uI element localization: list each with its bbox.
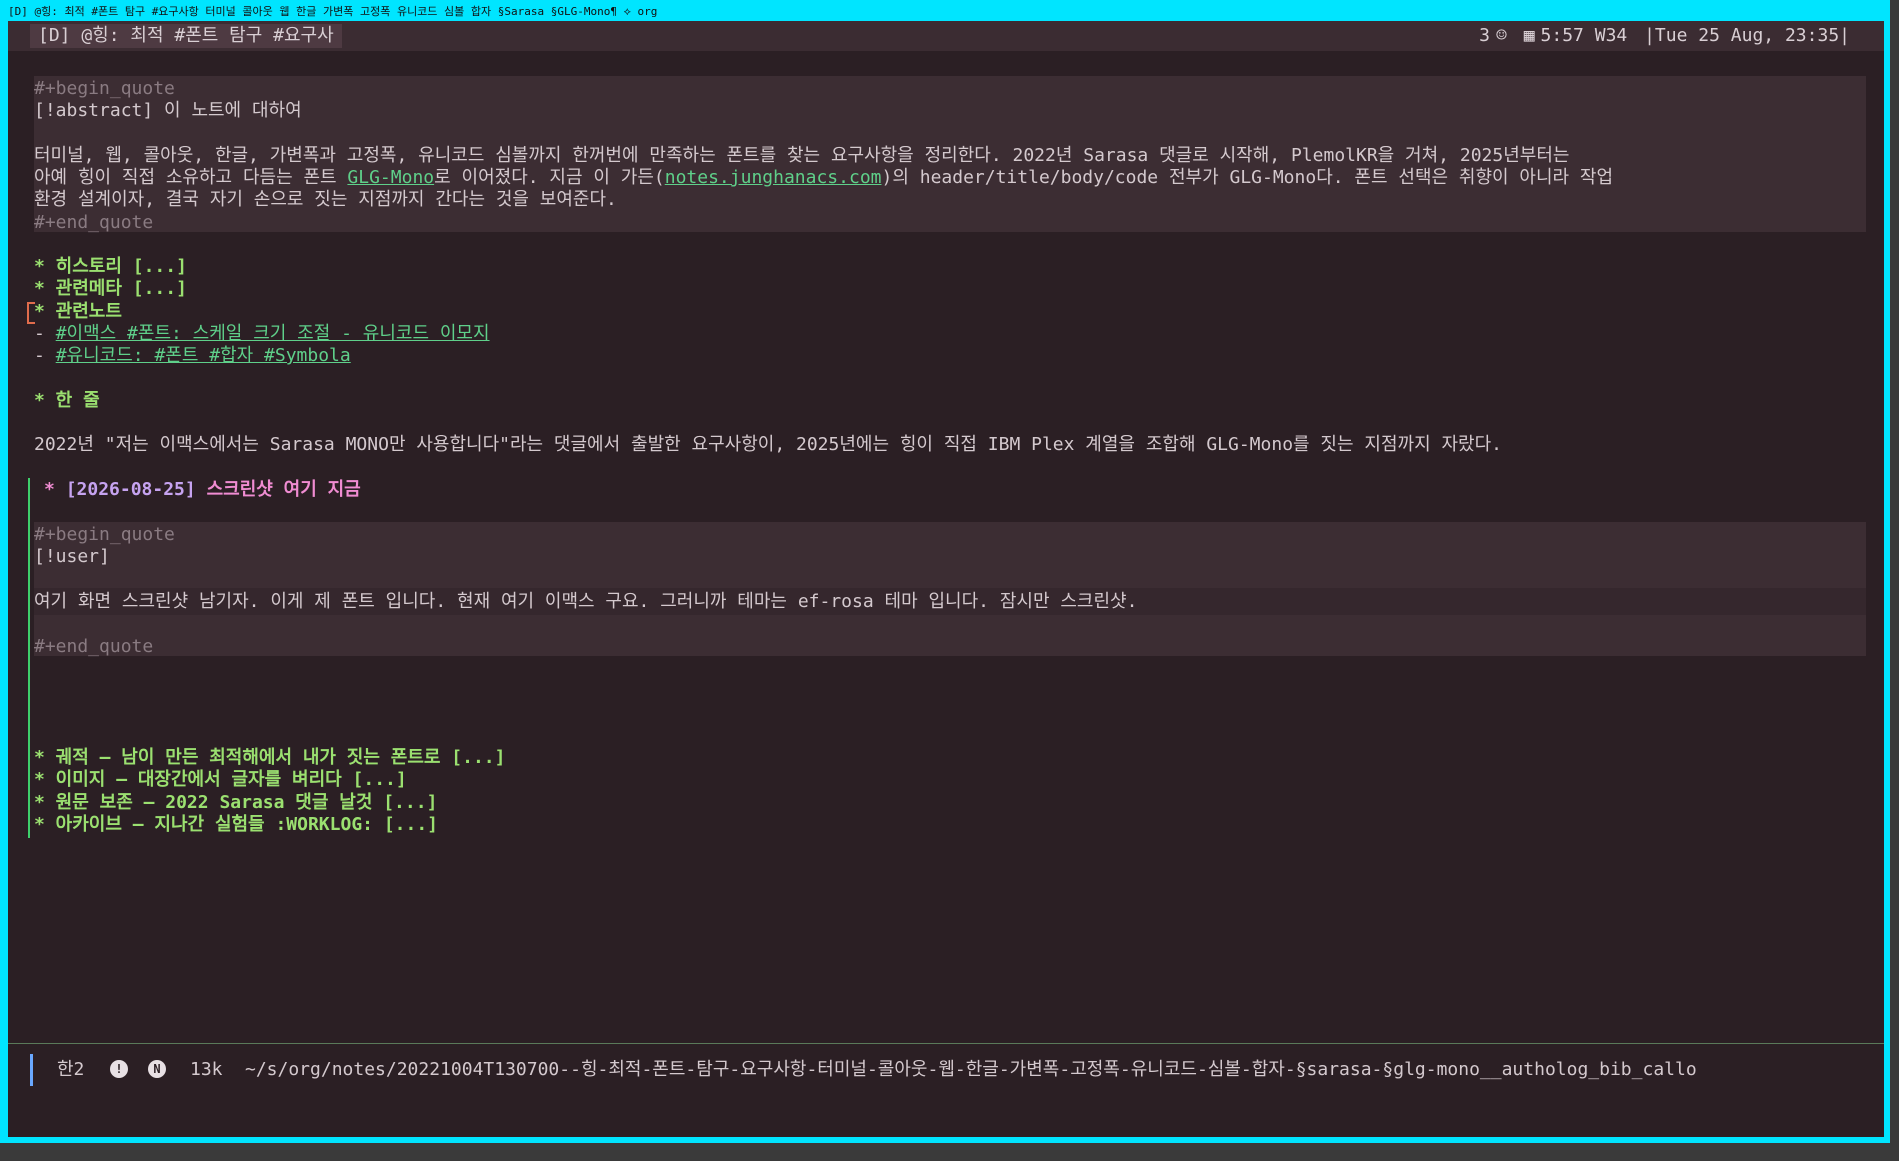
- time-info: 5:57 W34: [1540, 25, 1628, 46]
- date-time: |Tue 25 Aug, 23:35|: [1644, 25, 1850, 46]
- related-link-item: - #유니코드: #폰트 #합자 #Symbola: [34, 345, 351, 366]
- window-title: [D] @힝: 최적 #폰트 탐구 #요구사항 터미널 콜아웃 웹 한글 가변폭…: [8, 5, 658, 18]
- quote-end: #+end_quote: [34, 212, 154, 233]
- tab-bar: [D] @힝: 최적 #폰트 탐구 #요구사 3 ☺ ▦ 5:57 W34 |Tue…: [8, 21, 1884, 51]
- desktop: [D] @힝: 최적 #폰트 탐구 #요구사항 터미널 콜아웃 웹 한글 가변폭…: [0, 0, 1899, 1161]
- one-line-body: 2022년 "저는 이맥스에서는 Sarasa MONO만 사용합니다"라는 댓…: [34, 434, 1502, 455]
- glg-mono-link[interactable]: GLG-Mono: [347, 167, 434, 188]
- buffer-size: 13k: [190, 1059, 223, 1080]
- related-link-emacs-font[interactable]: #이맥스 #폰트: 스케일 크기 조절 - 유니코드 이모지: [56, 323, 490, 344]
- tab-bar-status: 3 ☺ ▦ 5:57 W34 |Tue 25 Aug, 23:35|: [1473, 24, 1850, 48]
- mode-line-indicator: [30, 1054, 33, 1086]
- user-callout: [!user]: [34, 546, 110, 567]
- info-icon[interactable]: !: [110, 1060, 128, 1078]
- abstract-title: [!abstract] 이 노트에 대하여: [34, 100, 302, 121]
- heading-screenshot[interactable]: * [2026-08-25] 스크린샷 여기 지금: [44, 476, 361, 503]
- notification-icon[interactable]: N: [148, 1060, 166, 1078]
- tab-count: 3: [1479, 25, 1491, 46]
- heading-date: [2026-08-25]: [65, 479, 196, 500]
- heading-archive[interactable]: * 아카이브 — 지나간 실험들 :WORKLOG: [...]: [34, 811, 438, 838]
- related-link-unicode[interactable]: #유니코드: #폰트 #합자 #Symbola: [56, 345, 351, 366]
- heading-one-line[interactable]: * 한 줄: [34, 387, 100, 414]
- emacs-frame[interactable]: [D] @힝: 최적 #폰트 탐구 #요구사 3 ☺ ▦ 5:57 W34 |Tue…: [8, 21, 1884, 1137]
- buffer-path: ~/s/org/notes/20221004T130700--힝-최적-폰트-탐…: [245, 1059, 1697, 1080]
- calendar-icon: ▦: [1523, 25, 1535, 46]
- mode-line: 한2 ! N 13k ~/s/org/notes/20221004T130700…: [8, 1043, 1884, 1096]
- notes-site-link[interactable]: notes.junghanacs.com: [665, 167, 882, 188]
- input-method[interactable]: 한2: [57, 1054, 84, 1086]
- quote-end: #+end_quote: [34, 636, 154, 657]
- smiley-icon: ☺: [1496, 25, 1507, 46]
- tab-current[interactable]: [D] @힝: 최적 #폰트 탐구 #요구사: [30, 24, 342, 48]
- emacs-window: [D] @힝: 최적 #폰트 탐구 #요구사항 터미널 콜아웃 웹 한글 가변폭…: [0, 0, 1890, 1143]
- user-body[interactable]: 여기 화면 스크린샷 남기자. 이게 제 폰트 입니다. 현재 여기 이맥스 구…: [34, 588, 1137, 615]
